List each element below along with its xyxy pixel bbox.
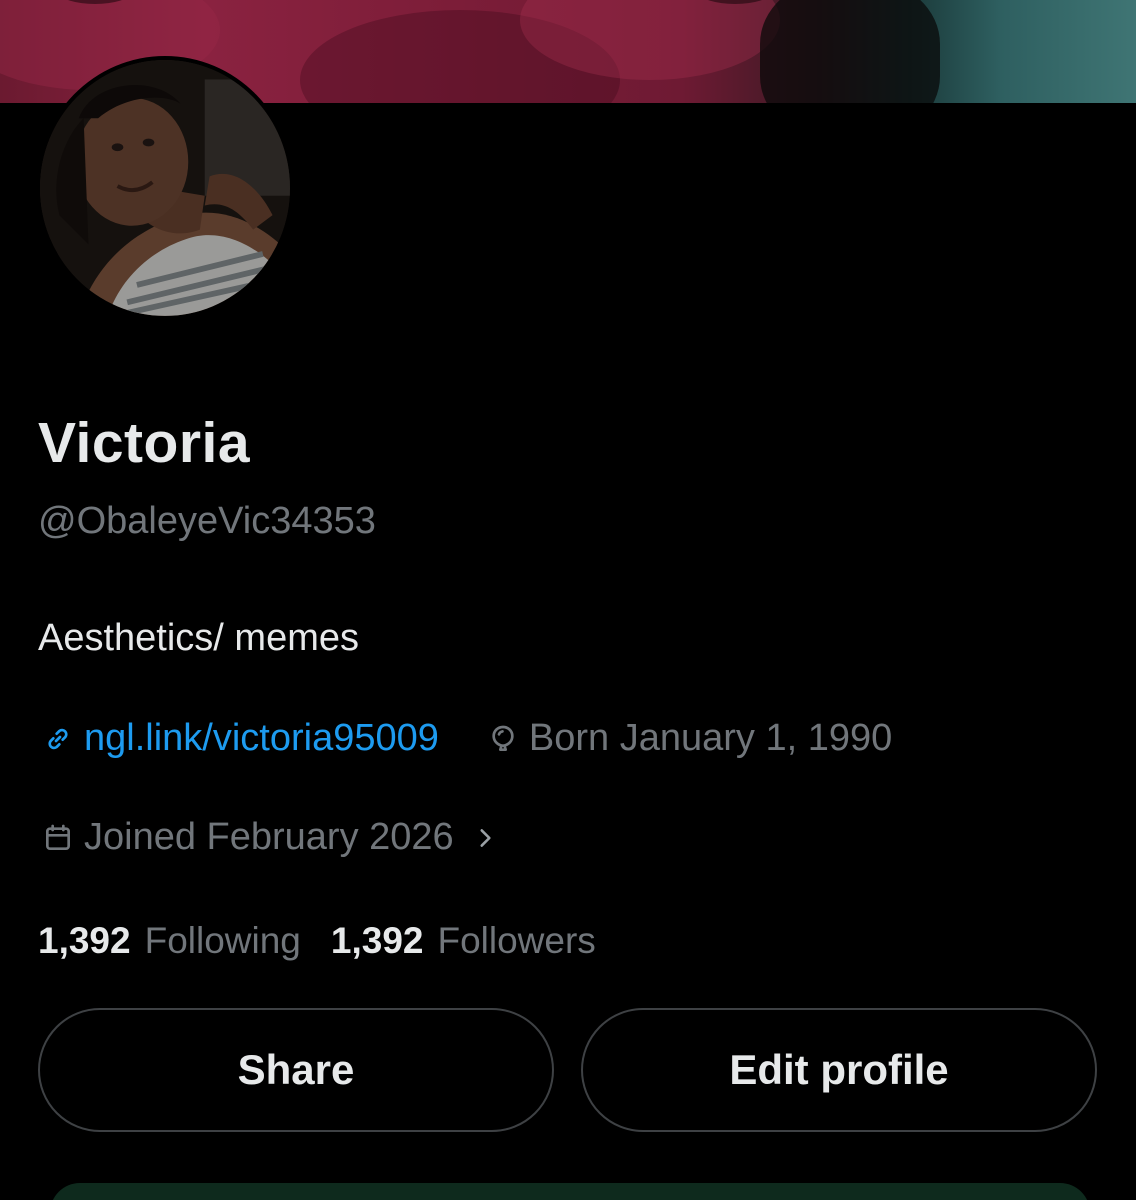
joined-text: Joined February 2026 <box>84 816 454 858</box>
chevron-right-icon[interactable] <box>472 825 498 851</box>
edit-profile-button[interactable]: Edit profile <box>581 1008 1097 1132</box>
website-link[interactable]: ngl.link/victoria95009 <box>38 717 439 760</box>
profile-meta-row: ngl.link/victoria95009 Born January 1, 1… <box>38 717 892 760</box>
share-button-label: Share <box>237 1046 355 1093</box>
following-stat[interactable]: 1,392 Following <box>38 920 301 962</box>
display-name: Victoria <box>38 411 251 475</box>
link-icon <box>38 719 78 759</box>
share-button[interactable]: Share <box>38 1008 554 1132</box>
bottom-card-edge <box>50 1183 1090 1200</box>
website-link-text[interactable]: ngl.link/victoria95009 <box>84 717 439 760</box>
edit-profile-button-label: Edit profile <box>729 1046 949 1093</box>
followers-stat[interactable]: 1,392 Followers <box>331 920 596 962</box>
joined-info[interactable]: Joined February 2026 <box>38 816 498 859</box>
follow-stats: 1,392 Following 1,392 Followers <box>38 920 596 962</box>
calendar-icon <box>38 818 78 858</box>
followers-label: Followers <box>437 920 596 961</box>
following-label: Following <box>144 920 301 961</box>
avatar-photo <box>40 60 290 316</box>
profile-page: Victoria @ObaleyeVic34353 Aesthetics/ me… <box>0 0 1136 1200</box>
balloon-icon <box>483 719 523 759</box>
joined-row[interactable]: Joined February 2026 <box>38 816 498 859</box>
following-count: 1,392 <box>38 920 131 961</box>
birthday-text: Born January 1, 1990 <box>528 717 893 759</box>
followers-count: 1,392 <box>330 920 424 961</box>
birthday-info: Born January 1, 1990 <box>483 717 892 760</box>
avatar[interactable] <box>36 56 294 320</box>
bio-text: Aesthetics/ memes <box>38 617 359 659</box>
username-handle: @ObaleyeVic34353 <box>38 500 376 542</box>
